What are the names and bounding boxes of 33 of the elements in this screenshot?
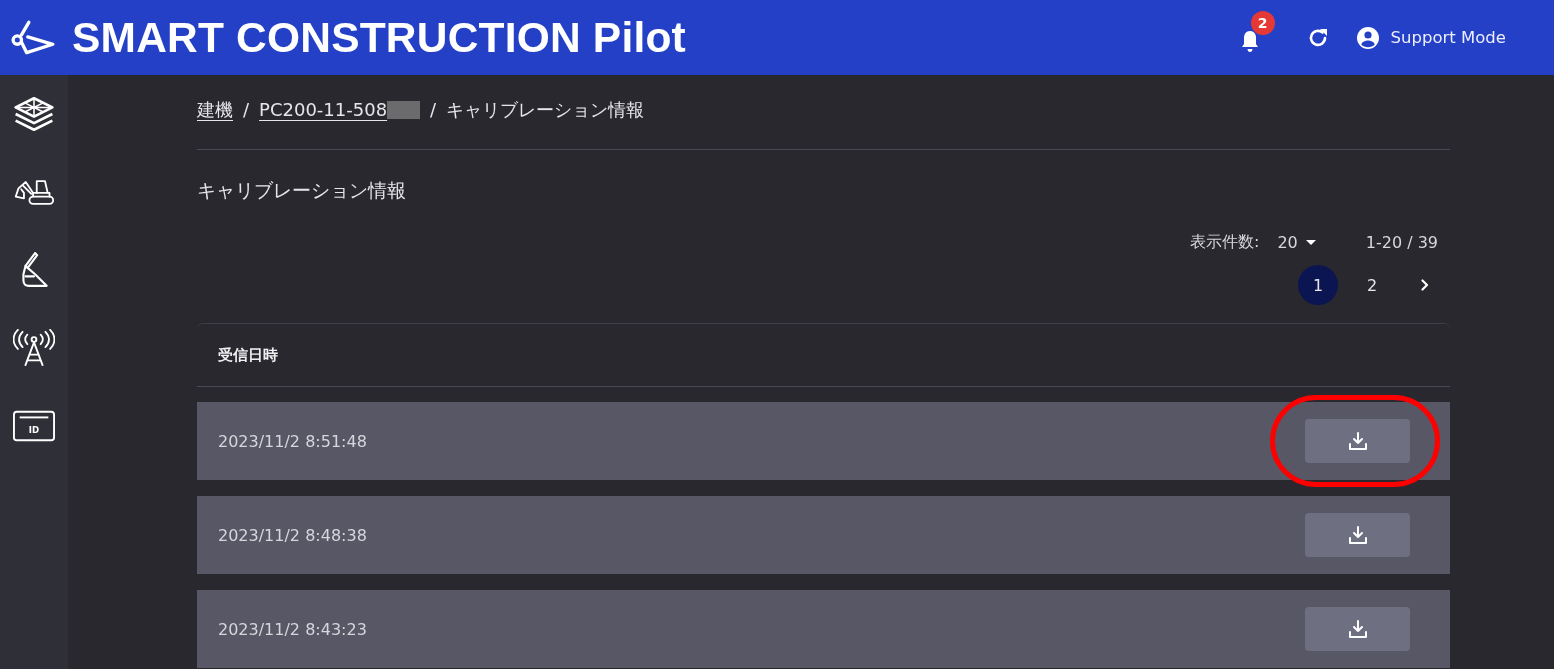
id-card-nav-button[interactable]: ID bbox=[0, 387, 68, 465]
received-time-cell: 2023/11/2 8:51:48 bbox=[218, 431, 367, 451]
page-title: キャリブレーション情報 bbox=[197, 178, 407, 202]
account-icon bbox=[1355, 25, 1380, 50]
download-icon bbox=[1347, 431, 1368, 451]
column-header: 受信日時 bbox=[218, 345, 278, 365]
antenna-tower-icon bbox=[13, 329, 55, 367]
received-time-cell: 2023/11/2 8:43:23 bbox=[218, 619, 367, 639]
page-button[interactable]: 2 bbox=[1352, 265, 1392, 305]
download-icon bbox=[1347, 619, 1368, 639]
redaction-block bbox=[387, 101, 421, 119]
layers-icon bbox=[13, 95, 55, 133]
chevron-right-icon bbox=[1421, 279, 1429, 291]
app-title: SMART CONSTRUCTION Pilot bbox=[72, 13, 686, 62]
received-time-cell: 2023/11/2 8:48:38 bbox=[218, 525, 367, 545]
per-page-select[interactable]: 20 bbox=[1277, 232, 1316, 252]
download-button[interactable] bbox=[1305, 607, 1410, 651]
breadcrumb-link[interactable]: 建機 bbox=[197, 97, 233, 123]
notification-badge: 2 bbox=[1250, 10, 1275, 35]
breadcrumb-link[interactable]: PC200-11-508 bbox=[259, 97, 421, 123]
download-button[interactable] bbox=[1305, 513, 1410, 557]
caret-down-icon bbox=[1305, 239, 1316, 245]
breadcrumb-separator: / bbox=[430, 98, 437, 122]
download-icon bbox=[1347, 525, 1368, 545]
breadcrumb-current: キャリブレーション情報 bbox=[446, 98, 645, 122]
bell-icon bbox=[1239, 28, 1260, 53]
user-menu-button[interactable]: Support Mode bbox=[1355, 25, 1506, 50]
bucket-arm-logo-icon bbox=[10, 18, 56, 57]
per-page-label: 表示件数: bbox=[1190, 231, 1260, 253]
page-button[interactable]: 1 bbox=[1298, 265, 1338, 305]
breadcrumb-separator: / bbox=[243, 98, 250, 122]
download-button[interactable] bbox=[1305, 419, 1410, 463]
range-count: 1-20 / 39 bbox=[1365, 232, 1438, 252]
